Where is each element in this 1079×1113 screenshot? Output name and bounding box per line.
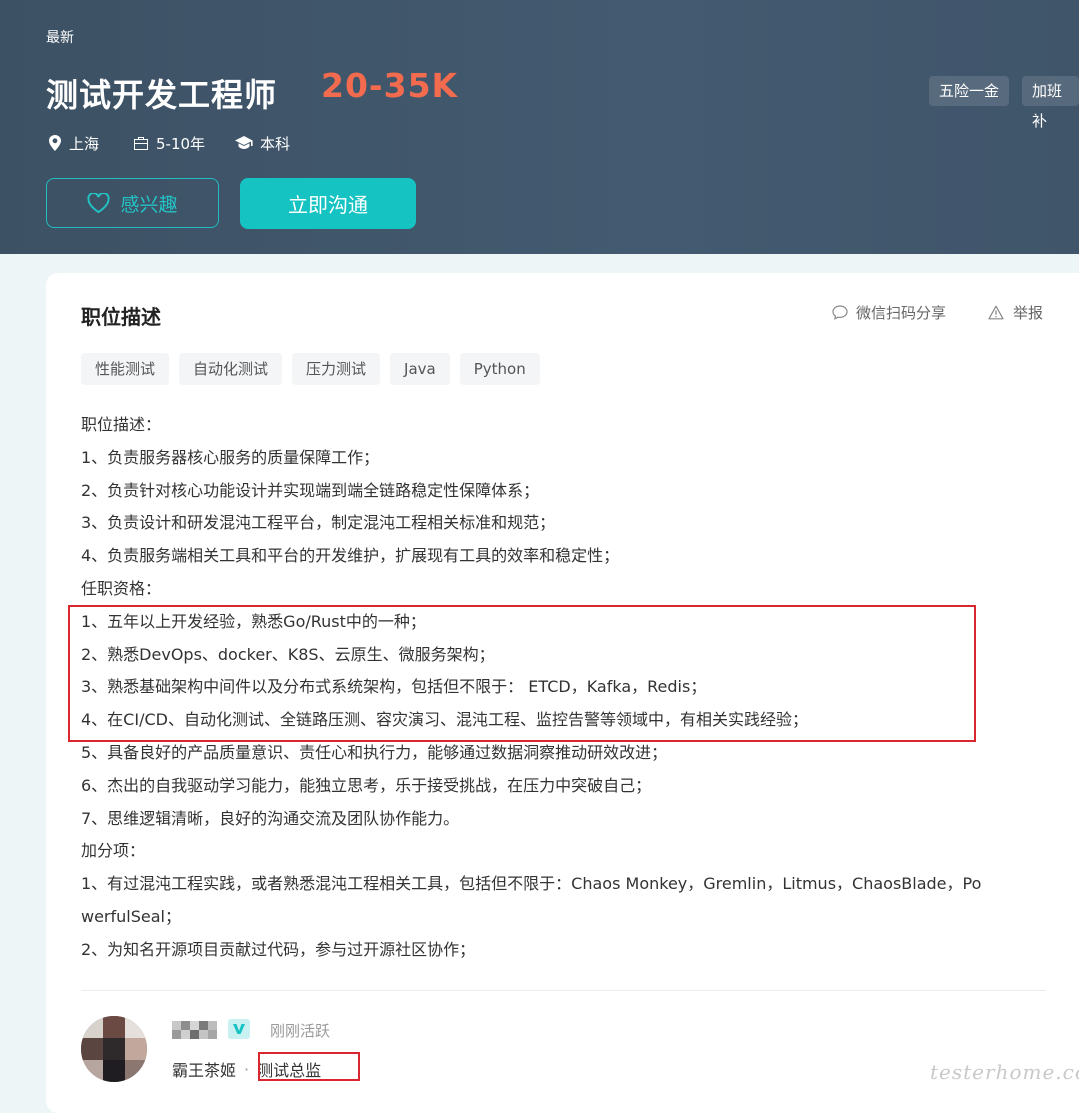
highlight-box xyxy=(68,605,976,742)
interest-button[interactable]: 感兴趣 xyxy=(46,178,219,228)
description-line: 7、思维逻辑清晰，良好的沟通交流及团队协作能力。 xyxy=(81,808,460,828)
education: 本科 xyxy=(235,132,290,154)
warning-icon xyxy=(988,305,1004,320)
company-name: 霸王茶姬 xyxy=(172,1061,237,1080)
experience-text: 5-10年 xyxy=(156,134,206,153)
interest-label: 感兴趣 xyxy=(120,193,178,216)
education-text: 本科 xyxy=(260,134,291,153)
description-line: 6、杰出的自我驱动学习能力，能独立思考，乐于接受挑战，在压力中突破自己； xyxy=(81,775,652,795)
chat-now-button[interactable]: 立即沟通 xyxy=(240,178,416,229)
report-label: 举报 xyxy=(1013,304,1044,322)
verified-icon xyxy=(228,1019,250,1039)
new-badge: 最新 xyxy=(46,30,74,46)
job-header: 最新 测试开发工程师 20-35K 五险一金 加班补 上海 5-10年 本科 感… xyxy=(0,0,1079,254)
description-line: 1、有过混沌工程实践，或者熟悉混沌工程相关工具，包括但不限于：Chaos Mon… xyxy=(81,874,982,894)
avatar[interactable] xyxy=(81,1016,147,1082)
description-line: werfulSeal； xyxy=(81,906,181,926)
separator: · xyxy=(244,1059,250,1079)
skill-tag: Java xyxy=(390,353,450,385)
skill-tag: 性能测试 xyxy=(81,353,170,385)
skill-tag: 压力测试 xyxy=(292,353,381,385)
role-highlight-box xyxy=(258,1052,360,1081)
description-line: 2、为知名开源项目贡献过代码，参与过开源社区协作； xyxy=(81,939,476,959)
location: 上海 xyxy=(48,132,99,154)
active-status: 刚刚活跃 xyxy=(270,1022,331,1040)
description-line: 加分项： xyxy=(81,841,146,861)
description-line: 职位描述： xyxy=(81,415,162,434)
location-pin-icon xyxy=(49,135,61,151)
briefcase-icon xyxy=(134,136,148,150)
skill-tags: 性能测试 自动化测试 压力测试 Java Python xyxy=(81,353,550,385)
recruiter-name-blurred xyxy=(172,1019,218,1041)
wechat-share-button[interactable]: 微信扫码分享 xyxy=(832,302,946,323)
skill-tag: 自动化测试 xyxy=(179,353,283,385)
divider xyxy=(81,990,1046,991)
report-button[interactable]: 举报 xyxy=(988,302,1043,323)
graduation-cap-icon xyxy=(235,136,253,149)
location-text: 上海 xyxy=(69,134,100,153)
description-line: 任职资格： xyxy=(81,578,162,598)
benefit-tag: 加班补 xyxy=(1022,76,1079,130)
description-line: 2、负责针对核心功能设计并实现端到端全链路稳定性保障体系； xyxy=(81,480,540,500)
chat-bubble-icon xyxy=(832,305,848,320)
heart-icon xyxy=(87,193,111,213)
experience: 5-10年 xyxy=(133,132,205,154)
description-line: 1、负责服务器核心服务的质量保障工作； xyxy=(81,447,380,467)
description-line: 3、负责设计和研发混沌工程平台，制定混沌工程相关标准和规范； xyxy=(81,513,556,533)
salary: 20-35K xyxy=(321,66,459,105)
share-label: 微信扫码分享 xyxy=(856,304,947,322)
description-line: 4、负责服务端相关工具和平台的开发维护，扩展现有工具的效率和稳定性； xyxy=(81,546,620,566)
section-title: 职位描述 xyxy=(81,305,161,329)
job-title: 测试开发工程师 xyxy=(46,76,278,114)
benefit-tag: 五险一金 xyxy=(929,76,1010,106)
watermark: testerhome.com xyxy=(930,1060,1079,1084)
skill-tag: Python xyxy=(459,353,540,385)
